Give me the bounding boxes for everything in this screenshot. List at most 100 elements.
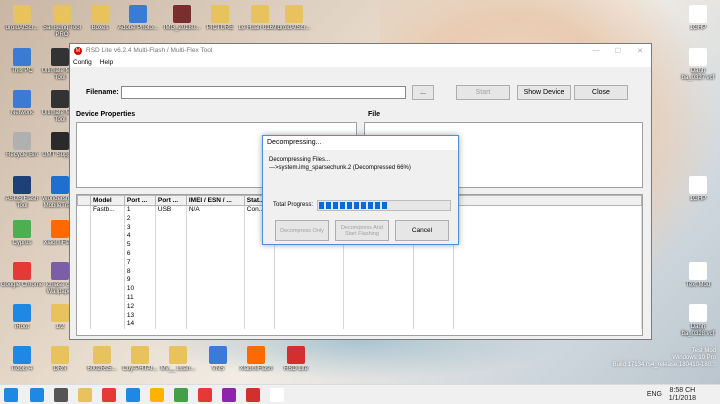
desktop-icon[interactable]: PICTURE [198, 5, 242, 39]
grid-row[interactable]: 7 [77, 258, 642, 268]
decompress-and-flash-button[interactable]: Decompress And Start Flashing [335, 220, 389, 241]
decompress-only-button[interactable]: Decompress Only [275, 220, 329, 241]
grid-cell [186, 311, 245, 321]
grid-row[interactable]: 14 [77, 320, 642, 330]
desktop-icon[interactable]: 1GHP [676, 5, 720, 39]
close-button[interactable]: Close [574, 85, 628, 100]
desktop-icon-label: droidAtScr... [5, 25, 39, 31]
cancel-button[interactable]: Cancel [395, 220, 449, 241]
desktop-icon-label: 1GHP [689, 25, 707, 31]
desktop-icon[interactable]: XiaomiFlash [234, 346, 278, 380]
grid-cell [186, 258, 245, 268]
desktop-icon[interactable]: droidAtScr... [272, 5, 316, 39]
grid-cell [274, 267, 345, 277]
grid-cell [90, 241, 125, 250]
grid-cell [155, 258, 187, 268]
taskbar-app-icon[interactable] [222, 388, 236, 402]
system-clock[interactable]: 8:58 CH 1/1/2018 [669, 387, 696, 403]
desktop-icon[interactable]: 1GHP [676, 176, 720, 210]
progress-segment [326, 202, 331, 209]
taskbar-app-icon[interactable] [78, 388, 92, 402]
taskbar-app-icon[interactable] [126, 388, 140, 402]
dialog-current-file: --->system.img_sparsechunk.2 (Decompress… [269, 165, 411, 171]
grid-row[interactable]: 8 [77, 267, 642, 277]
desktop-icon[interactable]: Text Mod [676, 262, 720, 296]
app-icon [689, 304, 707, 322]
menu-config[interactable]: Config [73, 59, 92, 66]
grid-cell [77, 232, 91, 242]
grid-cell [343, 293, 415, 303]
taskbar: ENG 8:58 CH 1/1/2018 [0, 384, 720, 404]
desktop-icon[interactable]: RSD Lite [274, 346, 318, 380]
taskbar-app-icon[interactable] [102, 388, 116, 402]
grid-row[interactable]: 12 [77, 302, 642, 312]
motorola-logo-icon: M [74, 46, 82, 55]
taskbar-app-icon[interactable] [30, 388, 44, 402]
app-icon [13, 262, 31, 280]
grid-cell [90, 267, 125, 277]
app-icon [211, 5, 229, 23]
start-button[interactable]: Start [456, 85, 510, 100]
grid-cell: 7 [124, 258, 156, 268]
show-device-button[interactable]: Show Device [517, 85, 571, 100]
close-icon[interactable]: ✕ [629, 47, 651, 55]
grid-cell [90, 285, 125, 294]
grid-row[interactable]: 11 [77, 293, 642, 303]
taskbar-app-icon[interactable] [270, 388, 284, 402]
window-controls: — ☐ ✕ [585, 47, 651, 55]
window-title: RSD Lite v6.2.4 Multi-Flash / Multi-Flex… [86, 47, 213, 54]
desktop-icon[interactable]: Adobe Photo... [116, 5, 160, 39]
grid-cell [90, 214, 125, 224]
grid-column-header[interactable]: Port ... [154, 195, 187, 206]
desktop-icon[interactable]: Danh ba_0327.vcf [676, 48, 720, 82]
progress-segment [361, 202, 366, 209]
progress-segment [340, 202, 345, 209]
grid-cell [90, 302, 125, 312]
grid-column-header[interactable]: Port ... [123, 195, 156, 206]
browse-button[interactable]: ... [412, 85, 434, 100]
grid-column-header[interactable] [77, 195, 91, 206]
grid-cell [90, 293, 125, 303]
grid-cell [274, 276, 345, 286]
grid-column-header[interactable] [452, 195, 642, 206]
desktop-icon[interactable]: DRN [38, 346, 82, 380]
taskbar-app-icon[interactable] [174, 388, 188, 402]
grid-cell [77, 241, 91, 250]
grid-cell [155, 293, 187, 303]
app-icon [13, 346, 31, 364]
language-indicator[interactable]: ENG [647, 391, 662, 398]
grid-row[interactable]: 6 [77, 249, 642, 259]
desktop-icon[interactable]: Mv__ Luan... [156, 346, 200, 380]
taskbar-app-icon[interactable] [150, 388, 164, 402]
taskbar-app-icon[interactable] [246, 388, 260, 402]
grid-row[interactable]: 10 [77, 285, 642, 294]
grid-row[interactable]: 13 [77, 311, 642, 321]
grid-cell [244, 320, 275, 330]
clock-time: 8:58 CH [669, 387, 696, 394]
grid-cell [77, 267, 91, 277]
maximize-icon[interactable]: ☐ [607, 47, 629, 55]
app-icon [129, 5, 147, 23]
windows-start-icon[interactable] [4, 388, 18, 402]
desktop-icon-label: Mv__ Luan... [160, 366, 196, 372]
grid-row[interactable]: 9 [77, 276, 642, 286]
minimize-icon[interactable]: — [585, 47, 607, 55]
grid-cell [413, 285, 454, 294]
grid-cell [244, 293, 275, 303]
app-icon [91, 5, 109, 23]
grid-column-header[interactable]: IMEI / ESN / ... [185, 195, 245, 206]
desktop-icon[interactable]: Danh ba_0328.vcf [676, 304, 720, 338]
grid-cell [274, 249, 345, 259]
taskbar-app-icon[interactable] [198, 388, 212, 402]
taskbar-app-icon[interactable] [54, 388, 68, 402]
app-icon [13, 220, 31, 238]
grid-cell [413, 293, 454, 303]
desktop-icon[interactable]: droidAtScr... [0, 5, 44, 39]
windows-watermark: Test Mod Windows 10 Pro Build 17134.rs4_… [613, 348, 716, 369]
menu-help[interactable]: Help [100, 59, 113, 66]
grid-cell: 4 [124, 232, 156, 242]
filename-field[interactable] [121, 86, 406, 99]
grid-column-header[interactable]: Model [89, 195, 125, 206]
grid-cell [90, 320, 125, 330]
app-icon [53, 5, 71, 23]
